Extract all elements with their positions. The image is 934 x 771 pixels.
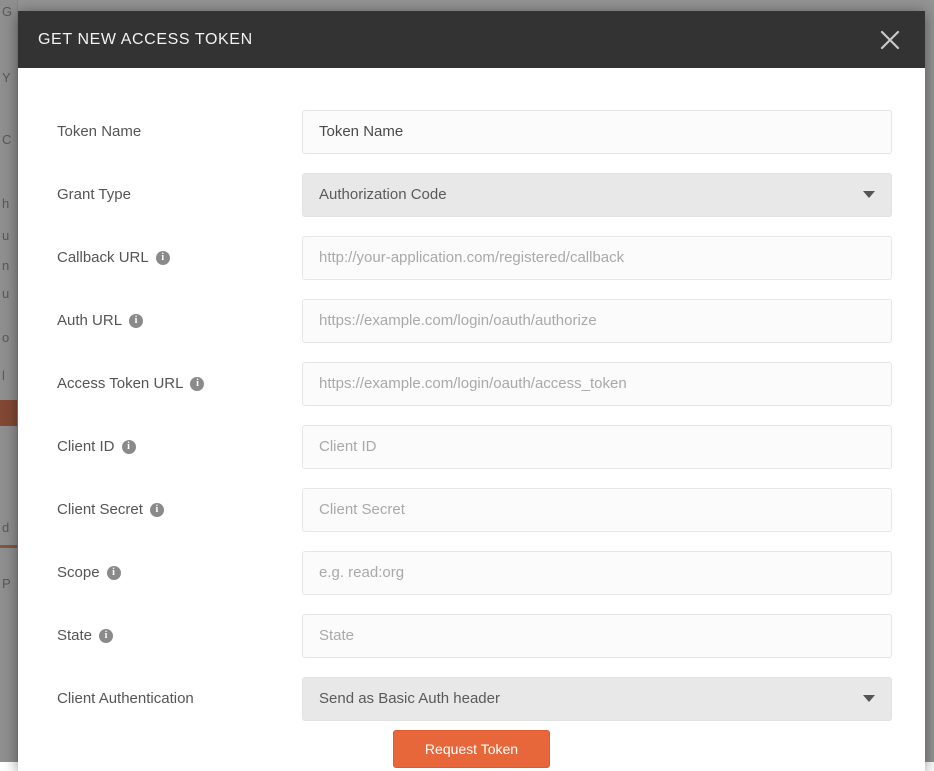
field-value: Send as Basic Auth header [319,690,500,707]
close-icon[interactable] [873,23,907,57]
field-label: Token Name [39,123,302,140]
field-value: https://example.com/login/oauth/authoriz… [319,312,597,329]
form-row: Client Secret i Client Secret [39,478,892,541]
get-new-access-token-modal: GET NEW ACCESS TOKEN Token NameToken Nam… [18,11,925,771]
form-row: StateiState [39,604,892,667]
field-select[interactable]: Authorization Code [302,173,892,217]
form-row: Client Authentication Send as Basic Auth … [39,667,892,730]
form-row: Grant Type Authorization Code [39,163,892,226]
info-icon[interactable]: i [129,314,143,328]
field-label-text: State [57,627,92,644]
field-label: Client ID i [39,438,302,455]
field-input[interactable]: http://your-application.com/registered/c… [302,236,892,280]
field-input[interactable]: Client Secret [302,488,892,532]
field-label-text: Token Name [57,123,141,140]
field-value: Token Name [319,123,403,140]
close-icon-glyph [879,29,901,51]
field-label: Callback URL i [39,249,302,266]
field-label: Scopei [39,564,302,581]
info-icon[interactable]: i [150,503,164,517]
chevron-down-icon[interactable] [863,695,875,702]
field-label-text: Auth URL [57,312,122,329]
form-row: Callback URL i http://your-application.com… [39,226,892,289]
field-input[interactable]: e.g. read:org [302,551,892,595]
form-row: Auth URL i https://example.com/login/oauth… [39,289,892,352]
field-value: https://example.com/login/oauth/access_t… [319,375,627,392]
field-input[interactable]: Token Name [302,110,892,154]
field-label-text: Scope [57,564,100,581]
field-value: e.g. read:org [319,564,404,581]
field-label-text: Client Secret [57,501,143,518]
field-value: Authorization Code [319,186,447,203]
modal-header: GET NEW ACCESS TOKEN [18,11,925,68]
field-select[interactable]: Send as Basic Auth header [302,677,892,721]
modal-body: Token Name Token Name Grant Type Authorizat… [18,68,925,771]
field-label-text: Callback URL [57,249,149,266]
field-input[interactable]: State [302,614,892,658]
token-form: Token Name Token Name Grant Type Authorizat… [39,100,892,730]
field-label-text: Client Authentication [57,690,194,707]
field-label-text: Grant Type [57,186,131,203]
field-value: Client Secret [319,501,405,518]
field-label-text: Access Token URL [57,375,183,392]
info-icon[interactable]: i [99,629,113,643]
field-value: http://your-application.com/registered/c… [319,249,624,266]
field-label: Grant Type [39,186,302,203]
modal-title: GET NEW ACCESS TOKEN [38,31,253,49]
field-label: Auth URL i [39,312,302,329]
form-row: Token Name Token Name [39,100,892,163]
field-label: Client Secret i [39,501,302,518]
field-label-text: Client ID [57,438,115,455]
info-icon[interactable]: i [107,566,121,580]
field-label: Client Authentication [39,690,302,707]
form-row: Access Token URL i https://example.com/log… [39,352,892,415]
chevron-down-icon[interactable] [863,191,875,198]
form-row: Client ID i Client ID [39,415,892,478]
field-input[interactable]: https://example.com/login/oauth/access_t… [302,362,892,406]
info-icon[interactable]: i [122,440,136,454]
info-icon[interactable]: i [156,251,170,265]
request-token-button[interactable]: Request Token [393,730,550,768]
form-row: Scopei e.g. read:org [39,541,892,604]
field-input[interactable]: https://example.com/login/oauth/authoriz… [302,299,892,343]
modal-footer: Request Token [18,730,925,768]
info-icon[interactable]: i [190,377,204,391]
field-label: Access Token URL i [39,375,302,392]
field-value: Client ID [319,438,377,455]
field-value: State [319,627,354,644]
field-input[interactable]: Client ID [302,425,892,469]
field-label: Statei [39,627,302,644]
